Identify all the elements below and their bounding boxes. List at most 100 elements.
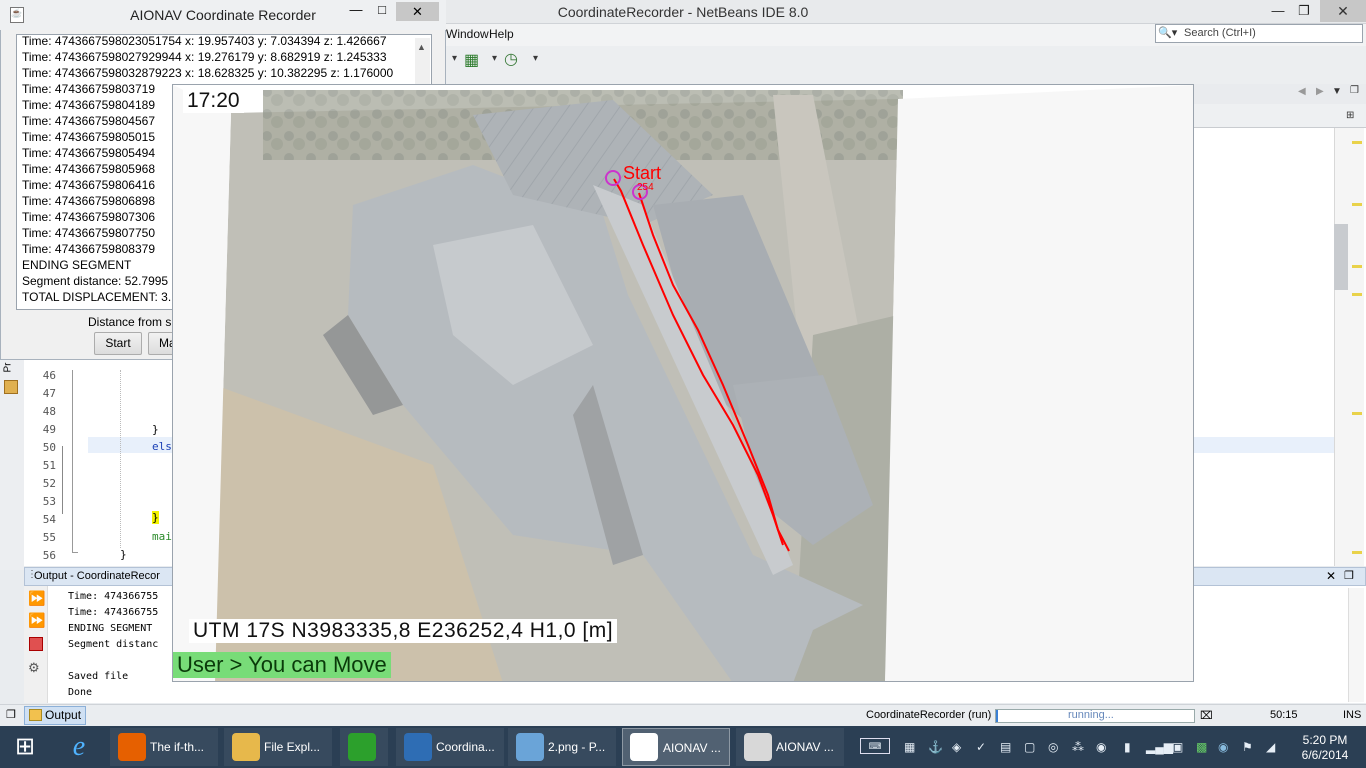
error-stripe-mark[interactable] [1352, 293, 1362, 296]
paint-icon [516, 733, 544, 761]
minimized-group-icon[interactable]: ❐ [6, 708, 16, 721]
tray-icon[interactable]: ◉ [1096, 740, 1106, 754]
projects-tab-label[interactable]: Pr [3, 363, 14, 373]
search-placeholder: Search (Ctrl+I) [1184, 27, 1256, 39]
error-stripe-mark[interactable] [1352, 265, 1362, 268]
taskbar-button-label: 2.png - P... [548, 740, 606, 754]
line-number: 51 [42, 459, 56, 472]
map-blank-right [885, 85, 1193, 681]
taskbar-button-label: Coordina... [436, 740, 495, 754]
recorder-close-button[interactable]: ✕ [396, 2, 439, 21]
rerun-icon[interactable]: ⏩ [28, 590, 45, 607]
projects-icon[interactable] [4, 380, 18, 394]
start-button[interactable]: Start [94, 332, 142, 355]
tray-icon[interactable]: ▤ [1000, 740, 1011, 754]
dropdown-icon[interactable]: ▾ [452, 53, 457, 64]
line-number: 48 [42, 405, 56, 418]
start-icon[interactable]: ⊞ [10, 732, 40, 762]
taskbar-button-label: AIONAV ... [663, 741, 721, 755]
tray-icon[interactable]: ▦ [904, 740, 915, 754]
caret-position: 50:15 [1270, 709, 1298, 721]
menu-help[interactable]: Help [489, 27, 514, 41]
restore-icon[interactable]: ❐ [1344, 569, 1354, 582]
flag-icon[interactable]: ⚑ [1242, 740, 1253, 754]
taskbar-button-label: File Expl... [264, 740, 321, 754]
taskbar-clock[interactable]: 5:20 PM 6/6/2014 [1290, 733, 1360, 763]
fold-line [62, 446, 63, 514]
output-icon [29, 709, 42, 721]
stop-icon[interactable] [29, 637, 43, 651]
tray-icon[interactable]: ✓ [976, 740, 986, 754]
rerun-settings-icon[interactable]: ⏩ [28, 612, 45, 629]
waypoint-label: 254 [637, 182, 654, 193]
tray-icon[interactable]: ▩ [1196, 740, 1207, 754]
menu-window[interactable]: Window [446, 27, 489, 41]
map-window[interactable]: Start 254 17:20 UTM 17S N3983335,8 E2362… [172, 84, 1194, 682]
profile-icon[interactable]: ◷ [504, 49, 518, 69]
scroll-up-icon[interactable]: ▲ [417, 42, 426, 52]
clock-date: 6/6/2014 [1301, 748, 1349, 762]
tray-icon[interactable]: ◈ [952, 740, 961, 754]
user-status: User > You can Move [173, 652, 391, 678]
error-stripe-mark[interactable] [1352, 203, 1362, 206]
line-number: 46 [42, 369, 56, 382]
minimize-icon[interactable]: — [1264, 2, 1292, 20]
profile-dropdown-icon[interactable]: ▾ [533, 53, 538, 64]
line-number: 50 [42, 441, 56, 454]
output-scrollbar[interactable] [1348, 588, 1364, 702]
battery-icon[interactable]: ▮ [1124, 740, 1131, 754]
code-else[interactable]: els [152, 440, 172, 453]
netbeans-close-button[interactable]: ✕ [1320, 0, 1366, 22]
restore-icon[interactable]: ❐ [1350, 85, 1359, 96]
cancel-task-icon[interactable]: ⌧ [1200, 709, 1213, 722]
tray-icon[interactable]: ◎ [1048, 740, 1058, 754]
error-stripe-mark[interactable] [1352, 412, 1362, 415]
tray-icon[interactable]: ▢ [1024, 740, 1035, 754]
keyboard-icon[interactable]: ⌨ [860, 738, 890, 754]
output-line: Segment distanc [68, 639, 159, 650]
settings-icon[interactable]: ⚙ [28, 660, 40, 676]
error-stripe-mark[interactable] [1352, 141, 1362, 144]
aionav-icon [630, 733, 658, 761]
code-brace[interactable]: } [120, 548, 127, 561]
search-icon[interactable]: 🔍▾ [1158, 26, 1177, 39]
editor-scrollbar[interactable] [1334, 128, 1364, 566]
code-call[interactable]: mai [152, 530, 172, 543]
bluetooth-icon[interactable]: ⁂ [1072, 740, 1084, 754]
ie-icon[interactable]: e [62, 730, 96, 764]
toolbar [444, 46, 1366, 84]
scrollbar-thumb[interactable] [1334, 224, 1348, 290]
code-brace-highlight[interactable]: } [152, 511, 159, 524]
output-line: Time: 474366755 [68, 607, 159, 618]
progress-text: running... [1068, 709, 1114, 721]
maximize-icon[interactable]: ❐ [1290, 2, 1318, 20]
split-icon[interactable]: ⊞ [1346, 110, 1354, 121]
error-stripe-mark[interactable] [1352, 551, 1362, 554]
insert-mode: INS [1343, 709, 1362, 721]
build-icon[interactable]: ▦ [464, 50, 479, 70]
tray-icon[interactable]: ▣ [1172, 740, 1183, 754]
map-canvas[interactable]: Start 254 [173, 85, 1194, 682]
nav-down-icon[interactable]: ▼ [1332, 86, 1342, 97]
bluetooth-manager-icon[interactable]: ⚓ [928, 740, 943, 754]
tray-icon[interactable]: ◉ [1218, 740, 1228, 754]
output-line: ENDING SEGMENT [68, 623, 153, 634]
output-line: Saved file [68, 671, 129, 682]
java-icon [744, 733, 772, 761]
output-title[interactable]: Output - CoordinateRecor [34, 570, 160, 582]
editor-tabstrip [1194, 104, 1366, 128]
nav-left-icon[interactable]: ◀ [1298, 86, 1306, 97]
recorder-maximize-icon[interactable]: □ [372, 2, 392, 17]
line-number: 55 [42, 531, 56, 544]
close-icon[interactable]: ✕ [1326, 569, 1336, 583]
recorder-minimize-icon[interactable]: — [346, 2, 366, 17]
taskbar-button-label: AIONAV ... [776, 740, 834, 754]
folder-icon [232, 733, 260, 761]
build-dropdown-icon[interactable]: ▾ [492, 53, 497, 64]
signal-icon[interactable]: ▂▄▆ [1146, 740, 1173, 754]
volume-icon[interactable]: ◢ [1266, 740, 1275, 754]
progress-fill [996, 710, 998, 722]
code-brace[interactable]: } [152, 423, 159, 436]
distance-label: Distance from s [88, 315, 172, 329]
nav-right-icon[interactable]: ▶ [1316, 86, 1324, 97]
